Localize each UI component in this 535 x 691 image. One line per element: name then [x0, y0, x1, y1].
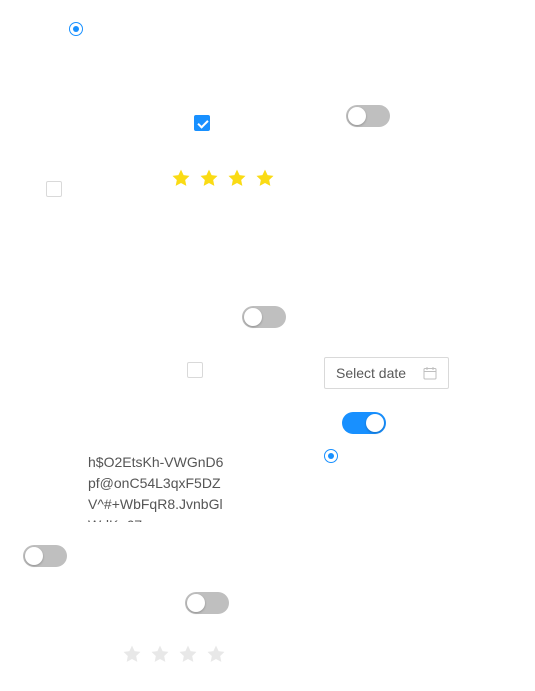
star-icon[interactable] — [178, 644, 198, 664]
date-picker-placeholder: Select date — [336, 365, 407, 381]
switch-knob — [25, 547, 43, 565]
star-icon[interactable] — [199, 168, 219, 188]
date-picker[interactable]: Select date — [324, 357, 449, 389]
switch-knob — [187, 594, 205, 612]
toggle-switch-2[interactable] — [242, 306, 286, 328]
switch-knob — [366, 414, 384, 432]
toggle-switch-3[interactable] — [342, 412, 386, 434]
switch-knob — [348, 107, 366, 125]
radio-button-1[interactable] — [69, 22, 83, 36]
toggle-switch-1[interactable] — [346, 105, 390, 127]
star-icon[interactable] — [255, 168, 275, 188]
radio-button-2[interactable] — [324, 449, 338, 463]
star-rating-2[interactable] — [122, 644, 226, 664]
switch-knob — [244, 308, 262, 326]
star-icon[interactable] — [227, 168, 247, 188]
star-icon[interactable] — [206, 644, 226, 664]
checkbox-3[interactable] — [187, 362, 203, 378]
star-rating-1[interactable] — [171, 168, 275, 188]
star-icon[interactable] — [150, 644, 170, 664]
checkbox-2[interactable] — [46, 181, 62, 197]
checkbox-1[interactable] — [194, 115, 210, 131]
toggle-switch-5[interactable] — [185, 592, 229, 614]
text-area[interactable]: h$O2EtsKh-VWGnD6pf@onC54L3qxF5DZV^#+WbFq… — [88, 452, 228, 522]
star-icon[interactable] — [171, 168, 191, 188]
toggle-switch-4[interactable] — [23, 545, 67, 567]
calendar-icon — [423, 367, 437, 380]
star-icon[interactable] — [122, 644, 142, 664]
